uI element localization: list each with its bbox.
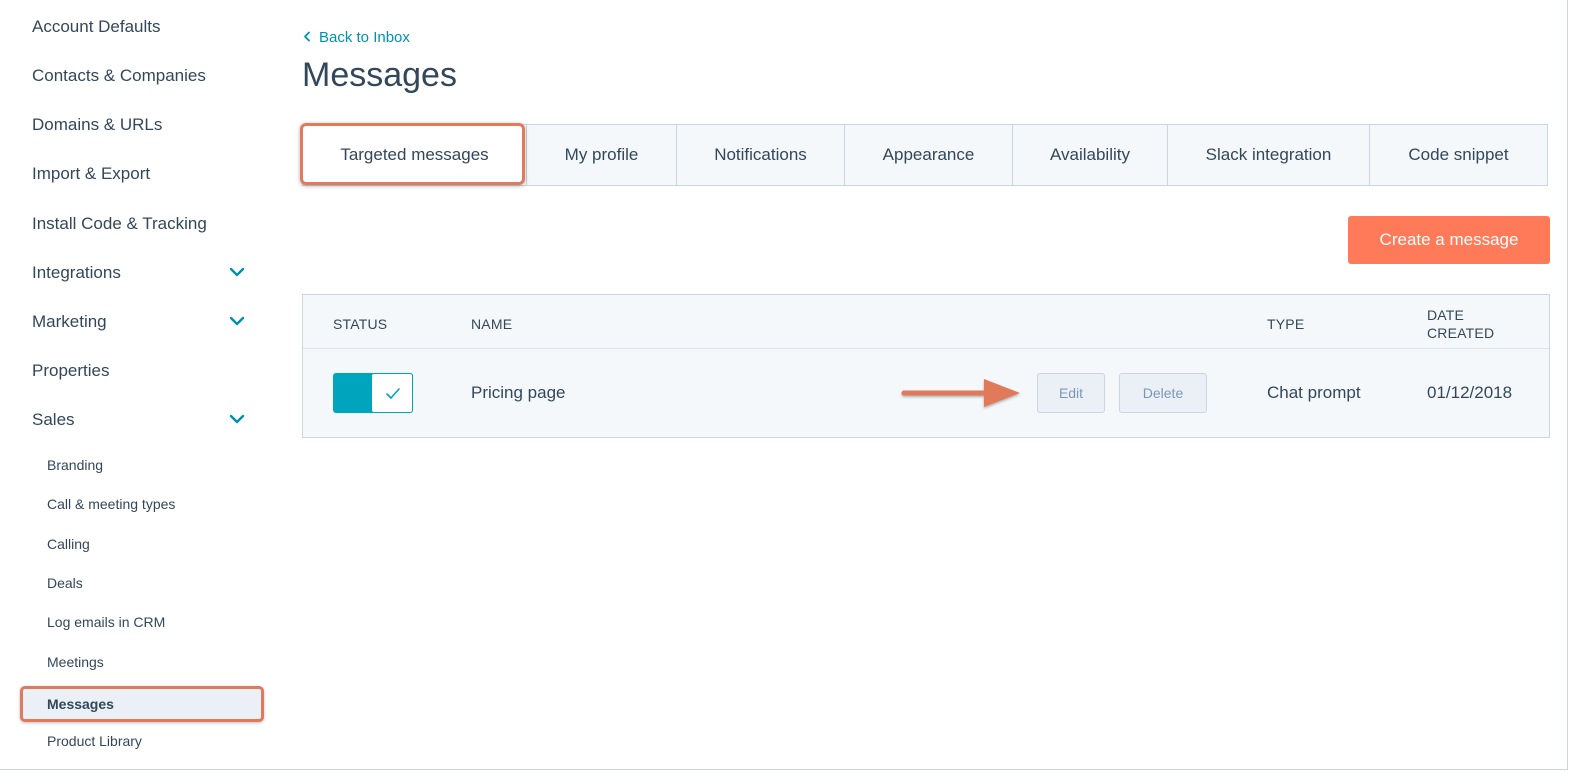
- sidebar-item-label: Marketing: [32, 312, 107, 331]
- sidebar-subitem-label: Calling: [47, 536, 90, 552]
- sidebar-item-sales[interactable]: Sales: [32, 405, 247, 435]
- sidebar-subitem-deals[interactable]: Deals: [47, 570, 257, 596]
- sidebar-subitem-log-emails[interactable]: Log emails in CRM: [47, 609, 257, 635]
- tab-label: Slack integration: [1205, 145, 1332, 164]
- sidebar-subitem-calling[interactable]: Calling: [47, 531, 257, 557]
- tab-label: Code snippet: [1408, 145, 1509, 164]
- tab-availability[interactable]: Availability: [1012, 125, 1167, 185]
- sidebar-subitem-label: Log emails in CRM: [47, 614, 166, 630]
- column-header-status[interactable]: STATUS: [333, 315, 387, 333]
- chevron-left-icon: [303, 28, 313, 48]
- edit-button[interactable]: Edit: [1037, 373, 1105, 413]
- delete-button[interactable]: Delete: [1119, 373, 1207, 413]
- sidebar-item-domains-urls[interactable]: Domains & URLs: [32, 110, 247, 140]
- tab-bar: Targeted messages My profile Notificatio…: [302, 124, 1548, 186]
- table-header: STATUS NAME TYPE DATE CREATED: [303, 295, 1549, 349]
- sidebar-item-label: Properties: [32, 361, 110, 380]
- sidebar-item-label: Sales: [32, 410, 75, 429]
- chevron-down-icon[interactable]: [227, 405, 247, 435]
- toggle-knob: [371, 373, 413, 413]
- back-link-label: Back to Inbox: [319, 29, 410, 46]
- settings-sidebar: Account Defaults Contacts & Companies Do…: [0, 0, 270, 770]
- sidebar-item-label: Import & Export: [32, 164, 151, 183]
- sidebar-item-label: Domains & URLs: [32, 115, 163, 134]
- tab-label: Notifications: [714, 145, 807, 164]
- chevron-down-icon[interactable]: [227, 258, 247, 288]
- column-header-date-created[interactable]: DATE CREATED: [1427, 306, 1494, 342]
- create-message-button[interactable]: Create a message: [1348, 216, 1550, 264]
- column-header-date-line1: DATE: [1427, 307, 1465, 323]
- chevron-down-icon[interactable]: [227, 307, 247, 337]
- tab-label: Appearance: [882, 145, 975, 164]
- sidebar-item-label: Account Defaults: [32, 17, 161, 36]
- column-header-name[interactable]: NAME: [471, 315, 512, 333]
- sidebar-subitem-label: Meetings: [47, 654, 104, 670]
- sidebar-subitem-branding[interactable]: Branding: [47, 452, 257, 478]
- sidebar-item-import-export[interactable]: Import & Export: [32, 159, 247, 189]
- tab-appearance[interactable]: Appearance: [844, 125, 1012, 185]
- date-created: 01/12/2018: [1427, 383, 1513, 402]
- sidebar-subitem-label: Messages: [47, 696, 114, 712]
- tab-notifications[interactable]: Notifications: [676, 125, 844, 185]
- sidebar-subitem-label: Product Library: [47, 733, 142, 749]
- tab-label: Availability: [1049, 145, 1130, 164]
- status-toggle[interactable]: [333, 373, 413, 413]
- sidebar-item-label: Contacts & Companies: [32, 66, 206, 85]
- messages-table: STATUS NAME TYPE DATE CREATED Pricing pa…: [302, 294, 1550, 438]
- app-frame: Account Defaults Contacts & Companies Do…: [0, 0, 1568, 770]
- sidebar-item-properties[interactable]: Properties: [32, 356, 247, 386]
- sidebar-item-integrations[interactable]: Integrations: [32, 258, 247, 288]
- tab-label: Targeted messages: [340, 145, 489, 164]
- sidebar-subitem-product-library[interactable]: Product Library: [47, 728, 257, 754]
- tab-label: My profile: [564, 145, 639, 164]
- sidebar-subitem-meetings[interactable]: Meetings: [47, 649, 257, 675]
- sidebar-item-account-defaults[interactable]: Account Defaults: [32, 12, 247, 42]
- sidebar-subitem-label: Call & meeting types: [47, 496, 176, 512]
- tab-slack-integration[interactable]: Slack integration: [1167, 125, 1369, 185]
- message-type: Chat prompt: [1267, 383, 1361, 402]
- sidebar-item-contacts-companies[interactable]: Contacts & Companies: [32, 61, 247, 91]
- sidebar-item-label: Integrations: [32, 263, 121, 282]
- message-name[interactable]: Pricing page: [471, 382, 566, 404]
- sidebar-item-label: Install Code & Tracking: [32, 214, 207, 233]
- back-to-inbox-link[interactable]: Back to Inbox: [303, 28, 410, 48]
- sidebar-subitem-label: Deals: [47, 575, 83, 591]
- check-icon: [386, 388, 400, 399]
- tab-targeted-messages[interactable]: Targeted messages: [303, 125, 526, 185]
- sidebar-subitem-label: Branding: [47, 457, 104, 473]
- sidebar-subitem-call-meeting-types[interactable]: Call & meeting types: [47, 491, 257, 517]
- tab-code-snippet[interactable]: Code snippet: [1369, 125, 1547, 185]
- table-row: Pricing page Edit Delete Chat prompt 01/…: [303, 349, 1549, 437]
- tab-my-profile[interactable]: My profile: [526, 125, 676, 185]
- sidebar-item-install-code[interactable]: Install Code & Tracking: [32, 209, 247, 239]
- sidebar-item-marketing[interactable]: Marketing: [32, 307, 247, 337]
- column-header-type[interactable]: TYPE: [1267, 315, 1304, 333]
- column-header-date-line2: CREATED: [1427, 325, 1495, 341]
- page-title: Messages: [302, 56, 457, 94]
- sidebar-subitem-messages-active[interactable]: Messages: [20, 686, 264, 722]
